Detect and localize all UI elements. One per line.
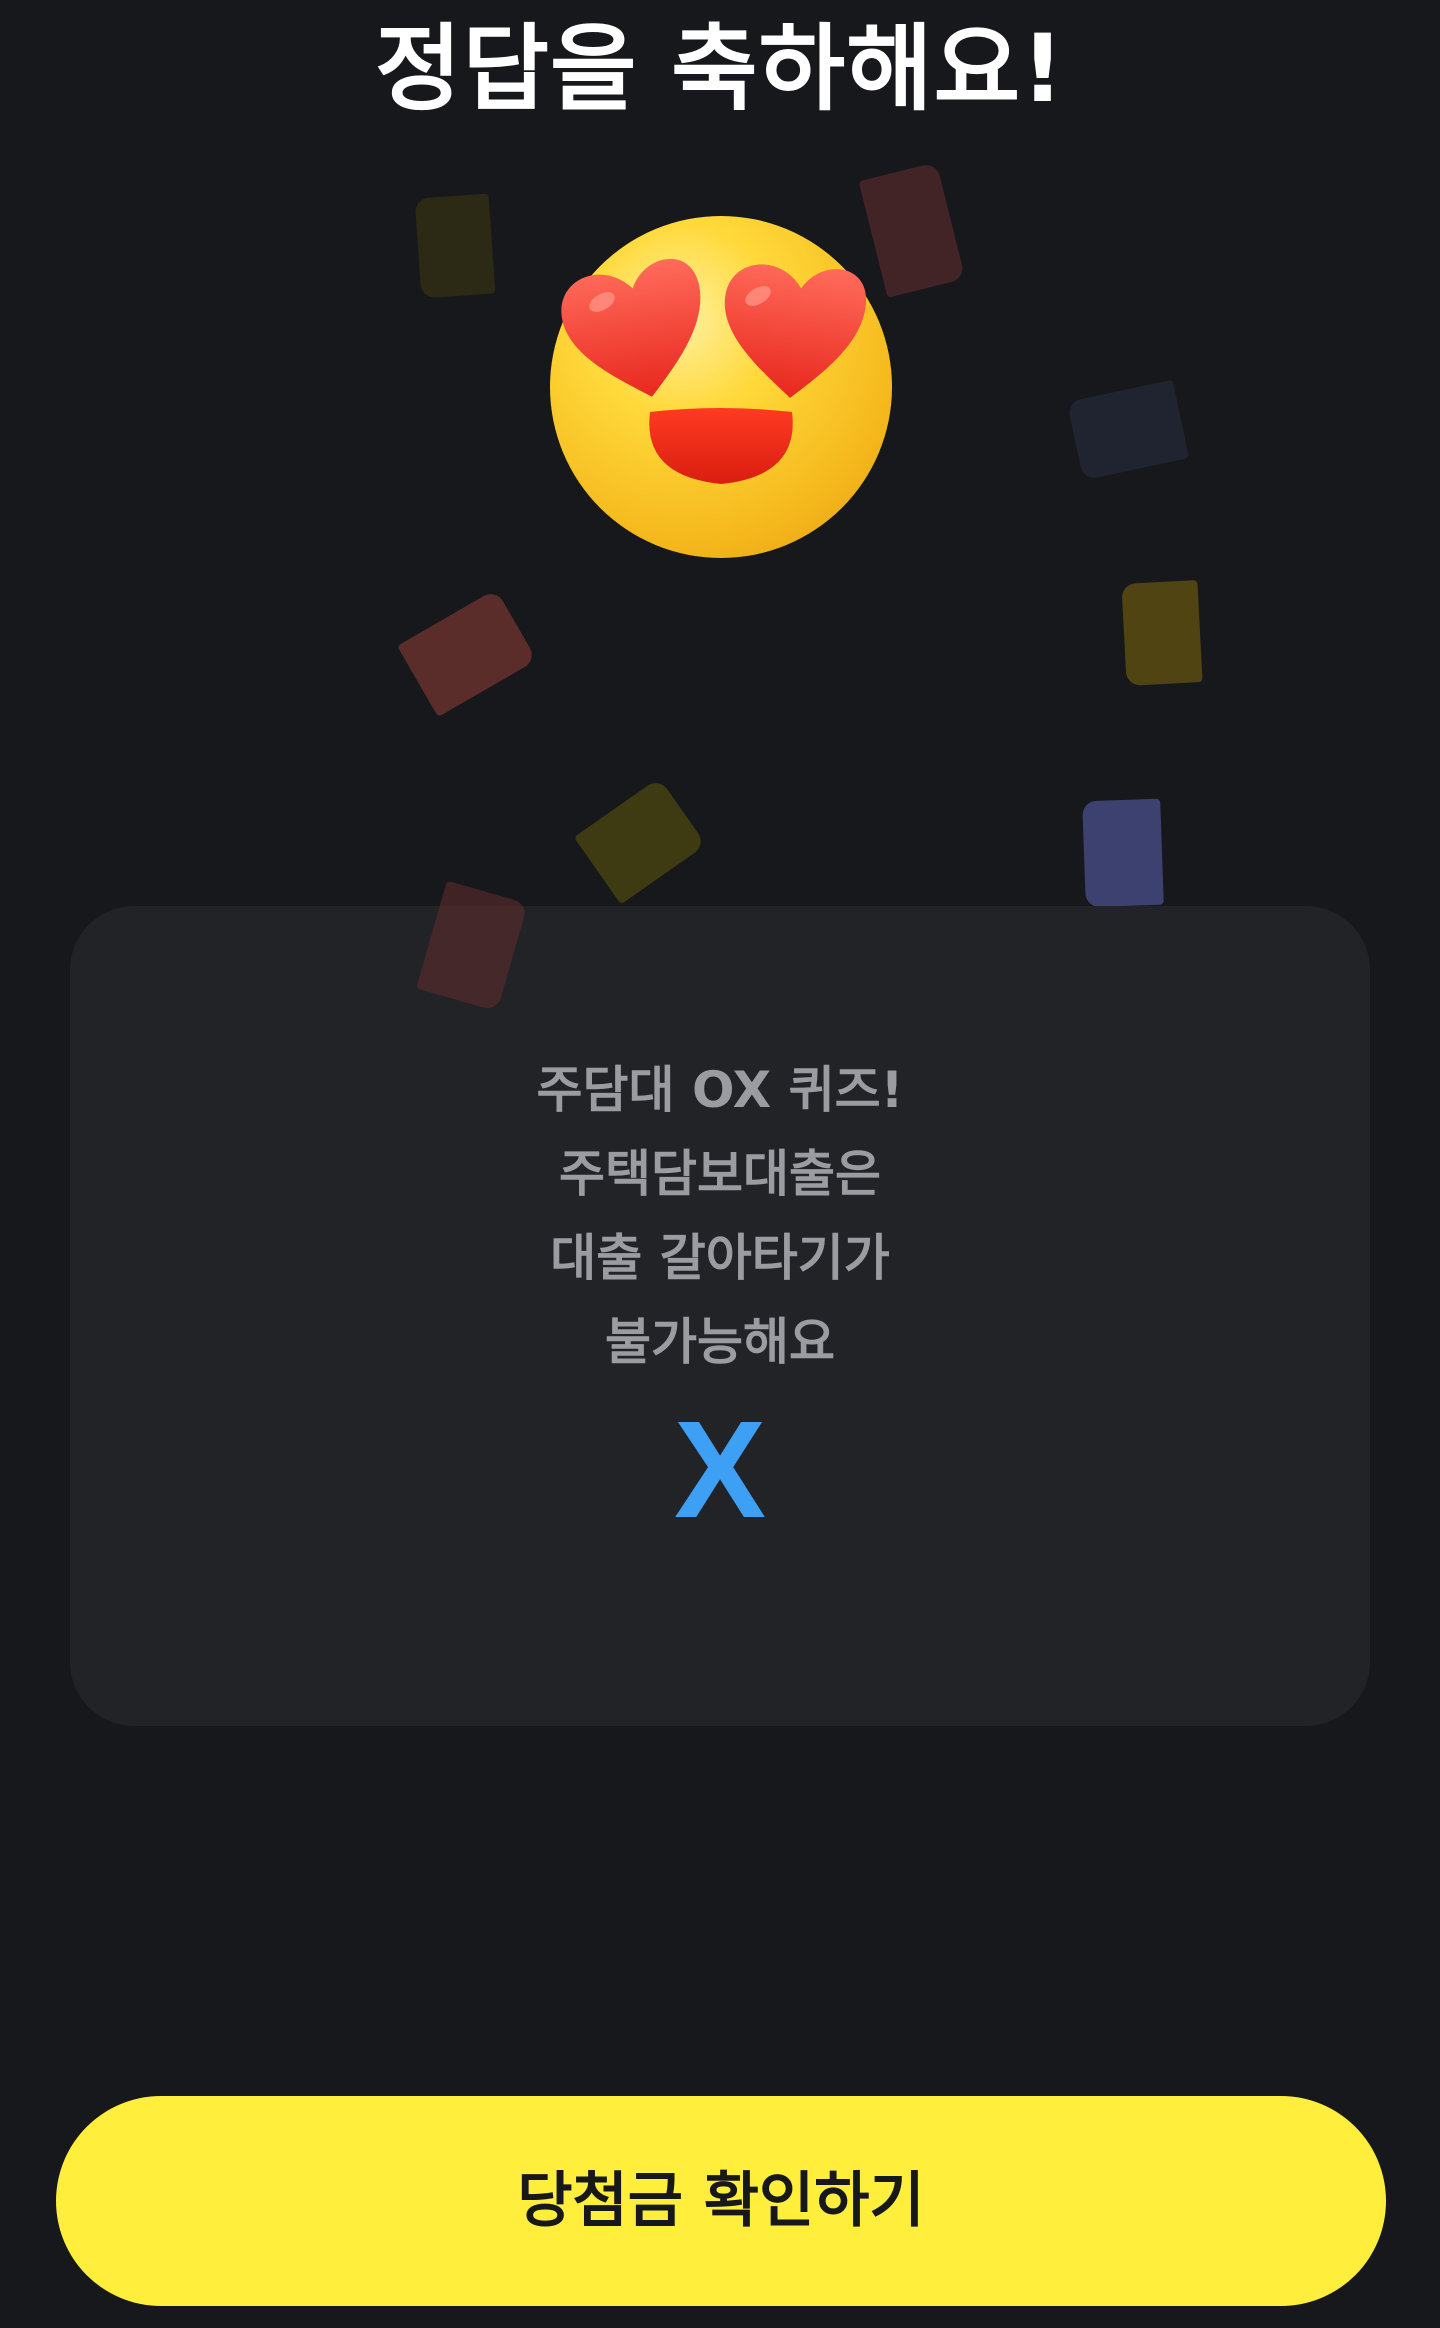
page-title: 정답을 축하해요! xyxy=(375,15,1065,124)
question-line: 주담대 OX 퀴즈! xyxy=(536,1061,904,1119)
confetti-piece xyxy=(414,193,496,299)
right-heart-eye-icon xyxy=(724,264,867,398)
smile-mouth-icon xyxy=(649,408,793,484)
confetti-piece xyxy=(1082,798,1164,908)
question-line: 불가능해요 xyxy=(605,1313,835,1371)
heart-eyes-emoji-icon xyxy=(550,216,892,558)
heart-eyes-emoji-drawing xyxy=(561,258,867,484)
check-prize-button[interactable]: 당첨금 확인하기 xyxy=(56,2096,1386,2306)
confetti-piece xyxy=(397,588,537,718)
left-heart-eye-icon xyxy=(561,258,701,397)
quiz-question: 주담대 OX 퀴즈! 주택담보대출은 대출 갈아타기가 불가능해요 xyxy=(0,1048,1440,1384)
quiz-answer-mark: X xyxy=(673,1393,767,1547)
confetti-piece xyxy=(573,777,707,905)
confetti-piece xyxy=(1121,580,1203,686)
question-line: 주택담보대출은 xyxy=(559,1145,881,1203)
question-line: 대출 갈아타기가 xyxy=(550,1229,890,1287)
confetti-piece xyxy=(1066,379,1190,481)
